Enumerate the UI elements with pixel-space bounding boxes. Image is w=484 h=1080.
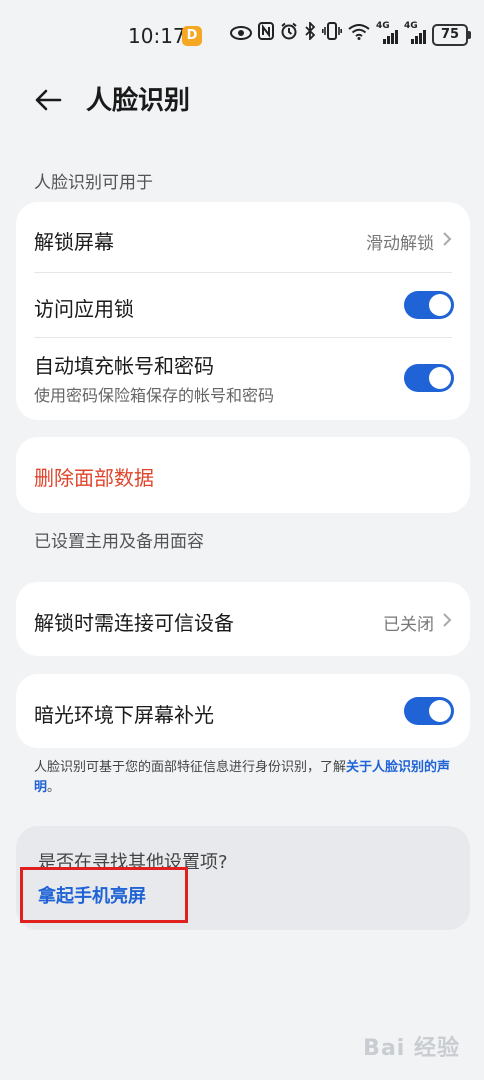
status-time: 10:17	[128, 24, 186, 48]
footnote-end: 。	[47, 780, 61, 795]
cellular-signal-1-icon: 4G	[376, 21, 398, 46]
low-light-title: 暗光环境下屏幕补光	[34, 703, 214, 727]
unlock-screen-title: 解锁屏幕	[34, 230, 114, 254]
back-arrow-icon[interactable]	[30, 82, 66, 118]
chevron-right-icon	[442, 612, 452, 628]
status-icons: 4G 4G 75	[230, 20, 471, 48]
toggle-knob	[429, 294, 451, 316]
unlock-screen-value: 滑动解锁	[366, 234, 434, 254]
footnote-text: 人脸识别可基于您的面部特征信息进行身份识别，了解	[34, 760, 347, 775]
unlock-screen-row[interactable]: 解锁屏幕 滑动解锁	[16, 202, 470, 272]
status-bar: 10:17 D 4G 4G 75	[0, 0, 484, 70]
app-lock-toggle[interactable]	[404, 291, 454, 319]
delete-face-card[interactable]: 删除面部数据	[16, 437, 470, 513]
wifi-icon	[348, 22, 370, 48]
section-label-faces: 已设置主用及备用面容	[34, 532, 204, 552]
autofill-toggle[interactable]	[404, 364, 454, 392]
section-label-usage: 人脸识别可用于	[34, 173, 153, 193]
autofill-title: 自动填充帐号和密码	[34, 354, 214, 378]
app-lock-row: 访问应用锁	[16, 273, 470, 337]
vibrate-icon	[322, 22, 342, 48]
page-title: 人脸识别	[86, 86, 191, 116]
trusted-device-card[interactable]: 解锁时需连接可信设备 已关闭	[16, 582, 470, 656]
toggle-knob	[429, 700, 451, 722]
notification-app-icon: D	[182, 26, 202, 46]
chevron-right-icon	[442, 231, 452, 247]
baidu-jingyan-watermark: Bai 经验	[363, 1036, 460, 1061]
low-light-toggle[interactable]	[404, 697, 454, 725]
cellular-signal-2-icon: 4G	[404, 21, 426, 46]
delete-face-data-button[interactable]: 删除面部数据	[34, 462, 154, 491]
page-header: 人脸识别	[0, 78, 484, 122]
trusted-device-title: 解锁时需连接可信设备	[34, 611, 234, 635]
autofill-subtitle: 使用密码保险箱保存的帐号和密码	[34, 386, 275, 405]
autofill-row: 自动填充帐号和密码 使用密码保险箱保存的帐号和密码	[16, 338, 470, 420]
low-light-card: 暗光环境下屏幕补光	[16, 674, 470, 748]
trusted-device-value: 已关闭	[383, 615, 434, 635]
highlight-annotation	[20, 867, 188, 923]
usage-card: 解锁屏幕 滑动解锁 访问应用锁 自动填充帐号和密码 使用密码保险箱保存的帐号和密…	[16, 202, 470, 420]
nfc-icon	[258, 22, 274, 48]
face-recognition-footnote: 人脸识别可基于您的面部特征信息进行身份识别，了解关于人脸识别的声明。	[34, 758, 454, 798]
bluetooth-icon	[304, 20, 316, 48]
toggle-knob	[429, 367, 451, 389]
battery-icon: 75	[432, 24, 471, 46]
eye-icon	[230, 22, 252, 48]
alarm-icon	[280, 22, 298, 48]
app-lock-title: 访问应用锁	[34, 297, 134, 321]
